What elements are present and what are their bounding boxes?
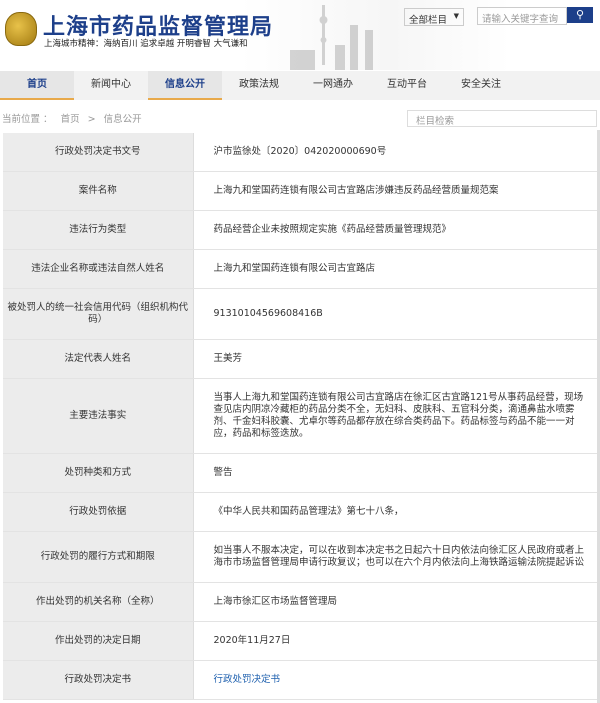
row-value: 警告	[193, 453, 597, 493]
row-label: 作出处罚的决定日期	[3, 621, 194, 661]
breadcrumb: 当前位置 ： 首页 > 信息公开	[2, 111, 147, 125]
nav-safety[interactable]: 安全关注	[444, 71, 518, 100]
row-value: 王美芳	[193, 339, 597, 379]
breadcrumb-label: 当前位置 ：	[2, 114, 53, 125]
breadcrumb-home[interactable]: 首页	[61, 114, 80, 125]
table-row: 作出处罚的机关名称（全称） 上海市徐汇区市场监督管理局	[3, 582, 597, 622]
table-row: 行政处罚依据 《中华人民共和国药品管理法》第七十八条，	[3, 492, 597, 532]
decision-document-link[interactable]: 行政处罚决定书	[214, 674, 281, 685]
search-button[interactable]: ⚲	[567, 7, 593, 23]
row-label: 处罚种类和方式	[3, 453, 194, 493]
row-label: 被处罚人的统一社会信用代码（组织机构代码）	[3, 288, 194, 340]
row-value: 药品经营企业未按照规定实施《药品经营质量管理规范》	[193, 210, 597, 250]
search-input[interactable]: 请输入关键字查询	[477, 7, 567, 25]
table-row: 作出处罚的决定日期 2020年11月27日	[3, 621, 597, 661]
site-header: 上海市药品监督管理局 上海城市精神：海纳百川 追求卓越 开明睿智 大气谦和 全部…	[0, 0, 600, 70]
row-label: 违法企业名称或违法自然人姓名	[3, 249, 194, 289]
nav-home[interactable]: 首页	[0, 71, 74, 100]
table-row: 处罚种类和方式 警告	[3, 453, 597, 493]
row-value: 行政处罚决定书	[193, 660, 597, 700]
scope-select-value: 全部栏目	[409, 15, 448, 26]
logo-emblem	[5, 12, 37, 46]
row-label: 法定代表人姓名	[3, 339, 194, 379]
breadcrumb-current[interactable]: 信息公开	[104, 114, 142, 125]
row-value: 《中华人民共和国药品管理法》第七十八条，	[193, 492, 597, 532]
column-search-input[interactable]: 栏目检索	[407, 110, 597, 127]
dropdown-arrow-icon: ▼	[453, 12, 459, 20]
row-label: 行政处罚决定书	[3, 660, 194, 700]
row-value: 上海九和堂国药连锁有限公司古宜路店	[193, 249, 597, 289]
nav-info-disclosure[interactable]: 信息公开	[148, 71, 222, 100]
row-value: 当事人上海九和堂国药连锁有限公司古宜路店在徐汇区古宜路121号从事药品经营，现场…	[193, 378, 597, 454]
row-label: 作出处罚的机关名称（全称）	[3, 582, 194, 622]
row-label: 违法行为类型	[3, 210, 194, 250]
nav-news[interactable]: 新闻中心	[74, 71, 148, 100]
row-value: 如当事人不服本决定，可以在收到本决定书之日起六十日内依法向徐汇区人民政府或者上海…	[193, 531, 597, 583]
skyline-image	[290, 5, 373, 70]
breadcrumb-separator: >	[87, 114, 96, 125]
row-value: 沪市监徐处〔2020〕042020000690号	[193, 133, 597, 172]
row-label: 主要违法事实	[3, 378, 194, 454]
nav-interaction[interactable]: 互动平台	[370, 71, 444, 100]
row-value: 上海市徐汇区市场监督管理局	[193, 582, 597, 622]
row-label: 行政处罚依据	[3, 492, 194, 532]
row-value: 2020年11月27日	[193, 621, 597, 661]
row-label: 行政处罚决定书文号	[3, 133, 194, 172]
row-label: 案件名称	[3, 171, 194, 211]
nav-online-service[interactable]: 一网通办	[296, 71, 370, 100]
table-row: 法定代表人姓名 王美芳	[3, 339, 597, 379]
table-row: 违法行为类型 药品经营企业未按照规定实施《药品经营质量管理规范》	[3, 210, 597, 250]
penalty-detail-table: 行政处罚决定书文号 沪市监徐处〔2020〕042020000690号 案件名称 上海九…	[3, 133, 597, 700]
table-row: 行政处罚的履行方式和期限 如当事人不服本决定，可以在收到本决定书之日起六十日内依法…	[3, 531, 597, 583]
table-row: 案件名称 上海九和堂国药连锁有限公司古宜路店涉嫌违反药品经营质量规范案	[3, 171, 597, 211]
table-row: 被处罚人的统一社会信用代码（组织机构代码） 91310104569608416B	[3, 288, 597, 340]
table-row: 行政处罚决定书文号 沪市监徐处〔2020〕042020000690号	[3, 133, 597, 172]
search-icon: ⚲	[575, 8, 585, 21]
table-row: 违法企业名称或违法自然人姓名 上海九和堂国药连锁有限公司古宜路店	[3, 249, 597, 289]
row-value: 91310104569608416B	[193, 288, 597, 340]
row-label: 行政处罚的履行方式和期限	[3, 531, 194, 583]
scope-select[interactable]: 全部栏目 ▼	[404, 8, 464, 26]
row-value: 上海九和堂国药连锁有限公司古宜路店涉嫌违反药品经营质量规范案	[193, 171, 597, 211]
nav-policy[interactable]: 政策法规	[222, 71, 296, 100]
main-nav: 首页 新闻中心 信息公开 政策法规 一网通办 互动平台 安全关注	[0, 71, 600, 100]
site-slogan: 上海城市精神：海纳百川 追求卓越 开明睿智 大气谦和	[44, 39, 248, 49]
table-row: 行政处罚决定书 行政处罚决定书	[3, 660, 597, 700]
table-row: 主要违法事实 当事人上海九和堂国药连锁有限公司古宜路店在徐汇区古宜路121号从事药…	[3, 378, 597, 454]
